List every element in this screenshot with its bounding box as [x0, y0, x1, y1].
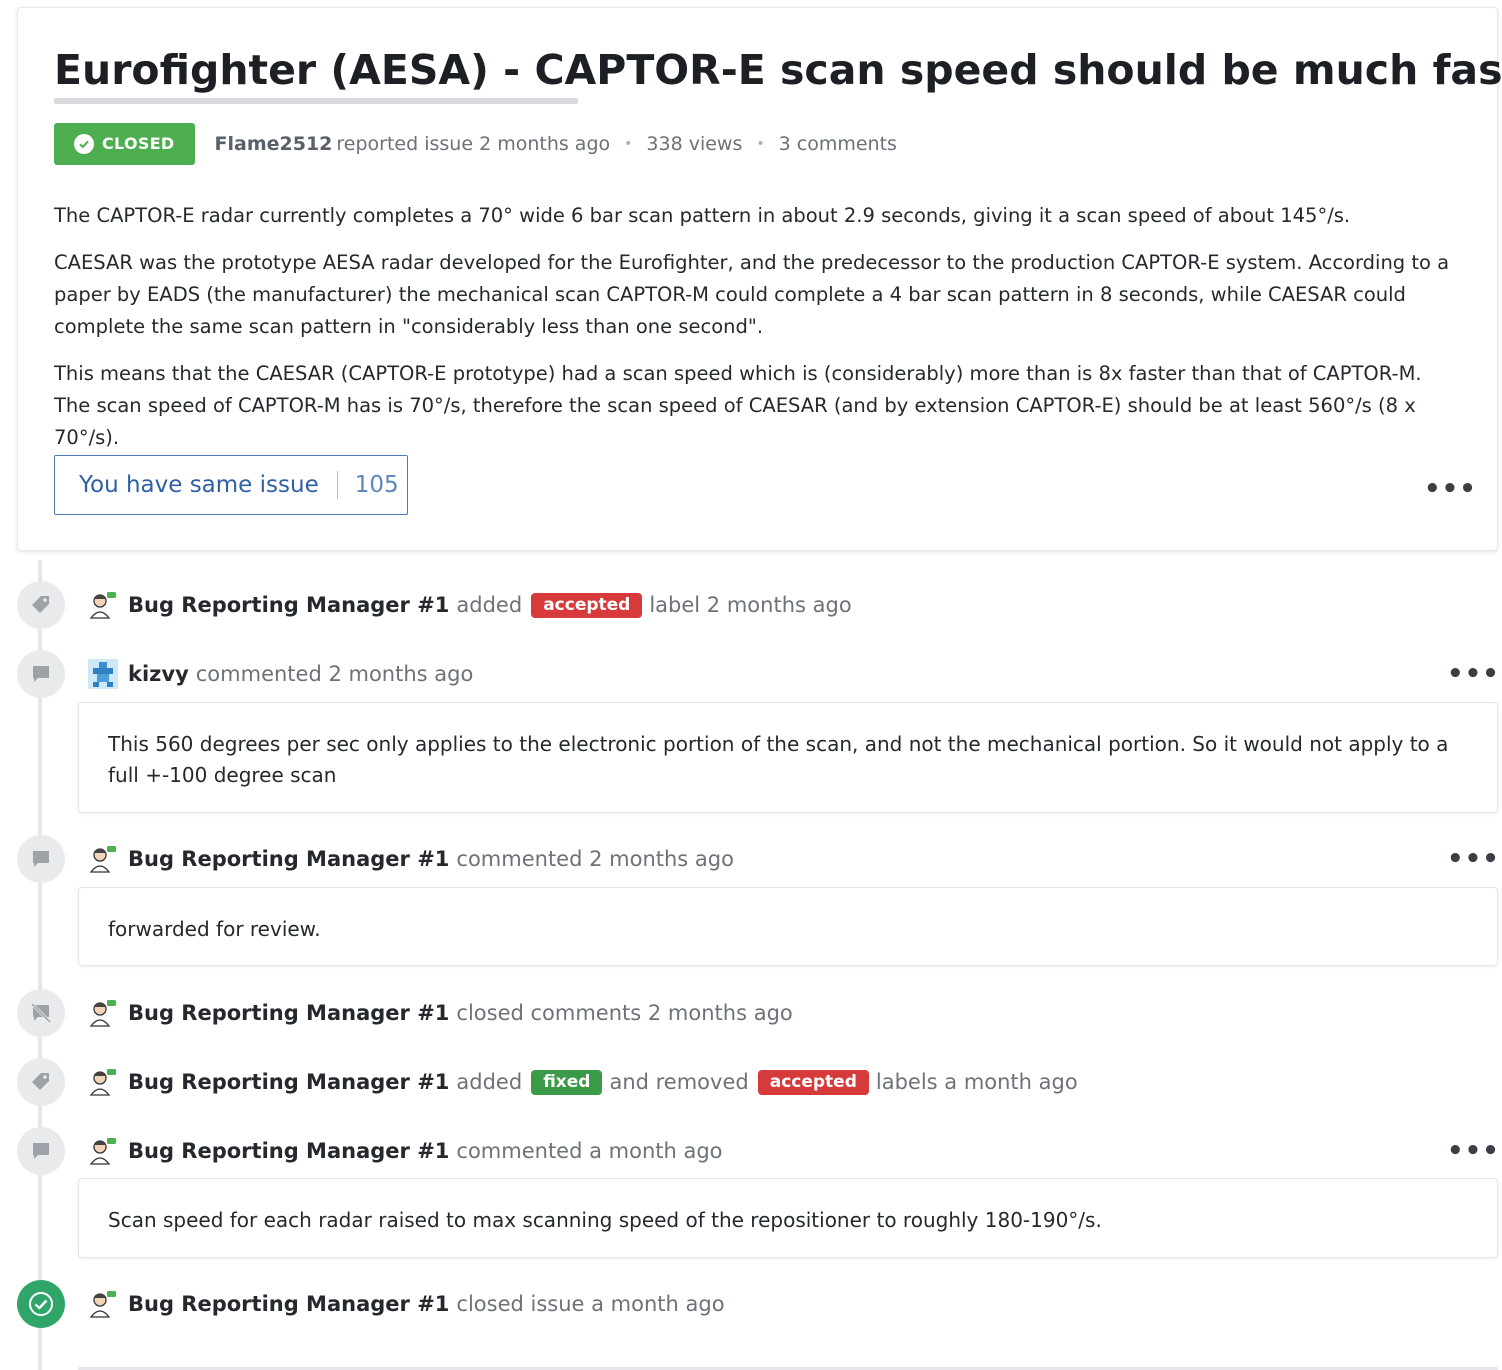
label-fixed[interactable]: fixed: [531, 1069, 603, 1095]
body-paragraph: The CAPTOR-E radar currently completes a…: [54, 204, 1351, 227]
author-link[interactable]: Flame2512: [215, 133, 333, 155]
same-issue-button[interactable]: You have same issue 105: [54, 455, 408, 515]
tag-icon: [17, 1058, 65, 1106]
more-icon[interactable]: •••: [1447, 846, 1500, 872]
more-icon[interactable]: •••: [1447, 661, 1500, 687]
comment-body: forwarded for review.: [78, 887, 1498, 966]
avatar-icon: [88, 1136, 118, 1166]
event-text: and removed: [609, 1070, 749, 1094]
comment-icon: [17, 835, 65, 883]
title-underline: [54, 98, 578, 104]
timeline-event: Bug Reporting Manager #1 commented 2 mon…: [88, 842, 734, 876]
issue-card: Eurofighter (AESA) - CAPTOR-E scan speed…: [17, 7, 1502, 551]
event-text: closed comments 2 months ago: [456, 1001, 793, 1025]
user-link[interactable]: Bug Reporting Manager #1: [128, 1139, 449, 1163]
user-link[interactable]: Bug Reporting Manager #1: [128, 847, 449, 871]
user-link[interactable]: Bug Reporting Manager #1: [128, 1292, 449, 1316]
event-text: added: [456, 593, 523, 617]
issue-title: Eurofighter (AESA) - CAPTOR-E scan speed…: [54, 46, 1502, 94]
check-icon: [17, 1280, 65, 1328]
timeline-event: Bug Reporting Manager #1 closed comments…: [88, 996, 793, 1030]
separator-dot: •: [624, 135, 633, 152]
comments-count: 3 comments: [778, 132, 897, 155]
body-paragraph: This means that the CAESAR (CAPTOR-E pro…: [54, 362, 1422, 449]
avatar-icon: [88, 844, 118, 874]
user-link[interactable]: Bug Reporting Manager #1: [128, 1001, 449, 1025]
avatar-icon: [88, 1289, 118, 1319]
user-link[interactable]: Bug Reporting Manager #1: [128, 1070, 449, 1094]
same-issue-count: 105: [354, 472, 399, 498]
more-icon[interactable]: •••: [1447, 1138, 1500, 1164]
timeline-event: kizvy commented 2 months ago: [88, 657, 473, 691]
check-circle-icon: [74, 133, 94, 154]
event-text: label 2 months ago: [649, 593, 852, 617]
same-issue-label: You have same issue: [79, 472, 319, 498]
comment-body: Scan speed for each radar raised to max …: [78, 1178, 1498, 1258]
timeline-event: Bug Reporting Manager #1 closed issue a …: [88, 1287, 725, 1321]
comment-icon: [17, 650, 65, 698]
user-link[interactable]: Bug Reporting Manager #1: [128, 593, 449, 617]
event-text: added: [456, 1070, 523, 1094]
comment-body: This 560 degrees per sec only applies to…: [78, 702, 1498, 813]
avatar-icon: [88, 998, 118, 1028]
separator-dot: •: [756, 135, 765, 152]
event-text: commented 2 months ago: [456, 847, 734, 871]
comment-icon: [17, 1127, 65, 1175]
views-count: 338 views: [646, 132, 743, 155]
event-text: commented a month ago: [456, 1139, 723, 1163]
timeline-event: Bug Reporting Manager #1 added accepted …: [88, 588, 852, 622]
avatar-icon: [88, 1067, 118, 1097]
avatar-icon: [88, 659, 118, 689]
timeline-event: Bug Reporting Manager #1 added fixed and…: [88, 1065, 1078, 1099]
more-icon[interactable]: •••: [1424, 476, 1477, 502]
body-paragraph: CAESAR was the prototype AESA radar deve…: [54, 251, 1450, 338]
label-accepted[interactable]: accepted: [531, 592, 643, 618]
status-badge: CLOSED: [54, 122, 195, 165]
event-text: labels a month ago: [875, 1070, 1078, 1094]
event-text: closed issue a month ago: [456, 1292, 725, 1316]
status-label: CLOSED: [102, 134, 175, 153]
comment-off-icon: [17, 989, 65, 1037]
label-accepted[interactable]: accepted: [757, 1069, 869, 1095]
user-link[interactable]: kizvy: [128, 662, 189, 686]
avatar-icon: [88, 590, 118, 620]
timeline-event: Bug Reporting Manager #1 commented a mon…: [88, 1134, 723, 1168]
tag-icon: [17, 581, 65, 629]
issue-meta: CLOSED Flame2512 reported issue 2 months…: [54, 122, 897, 165]
issue-body: The CAPTOR-E radar currently completes a…: [54, 200, 1464, 469]
event-text: commented 2 months ago: [195, 662, 474, 686]
reported-text: reported issue 2 months ago: [336, 132, 611, 155]
